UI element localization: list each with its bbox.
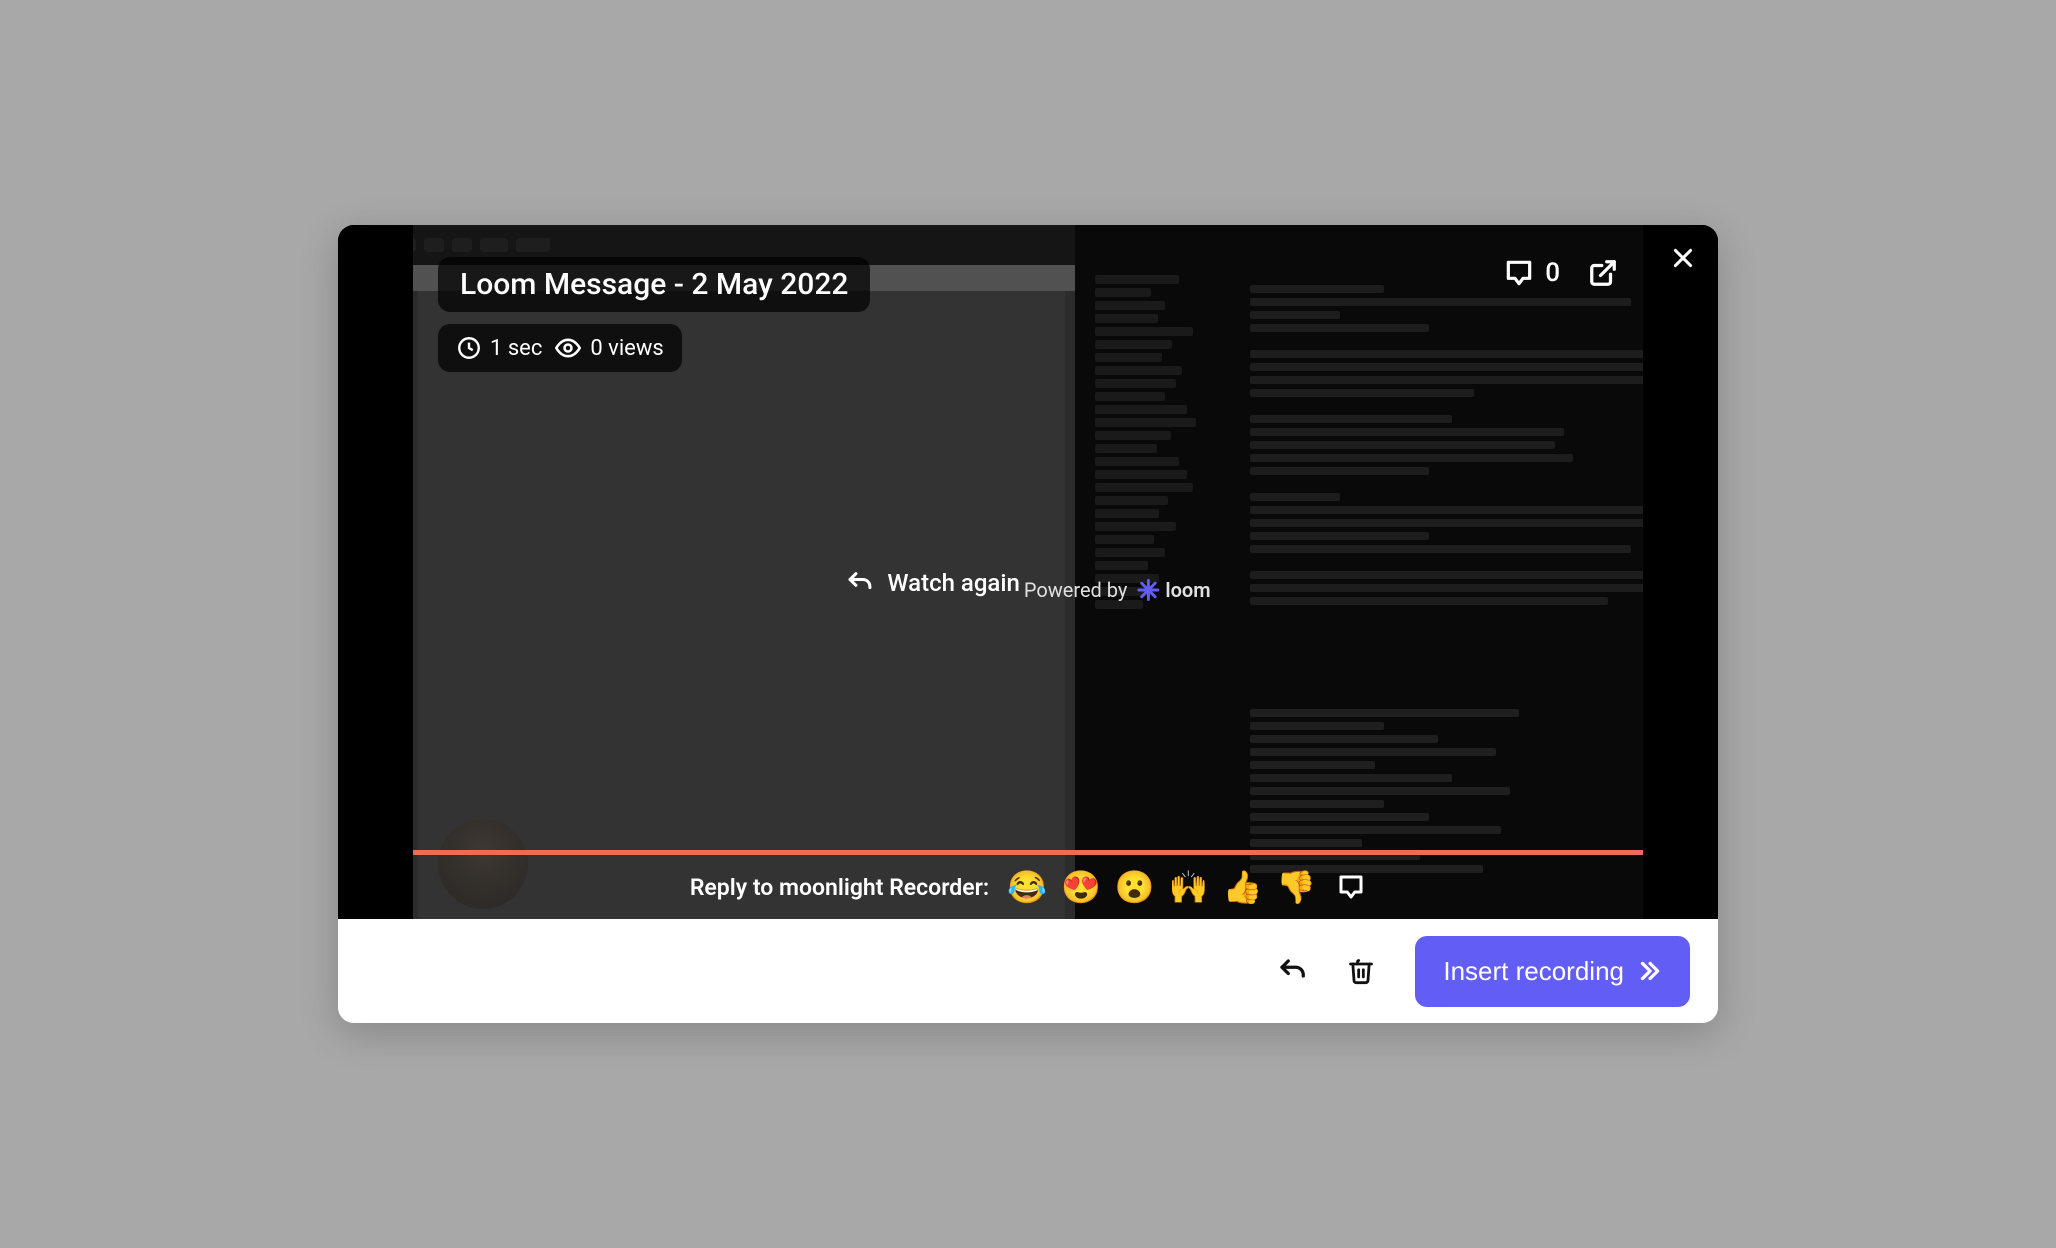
video-meta: 1 sec 0 views: [438, 324, 682, 372]
powered-by[interactable]: Powered by loom: [1024, 578, 1211, 602]
video-views: 0 views: [590, 336, 663, 361]
open-external-button[interactable]: [1588, 258, 1618, 288]
replay-icon: [845, 569, 873, 597]
comments-button[interactable]: 0: [1503, 257, 1560, 289]
recording-modal: Loom Message - 2 May 2022 1 sec 0 views: [338, 225, 1718, 1023]
external-link-icon: [1588, 258, 1618, 288]
react-thumbs-down[interactable]: 👎: [1276, 871, 1316, 903]
react-raised-hands[interactable]: 🙌: [1169, 871, 1209, 903]
react-joy[interactable]: 😂: [1007, 871, 1047, 903]
comment-icon: [1503, 257, 1535, 289]
trash-icon: [1347, 957, 1375, 985]
modal-footer: Insert recording: [338, 919, 1718, 1023]
video-header: Loom Message - 2 May 2022 1 sec 0 views: [438, 257, 1618, 372]
double-chevron-right-icon: [1636, 958, 1662, 984]
delete-button[interactable]: [1347, 957, 1375, 985]
react-heart-eyes[interactable]: 😍: [1061, 871, 1101, 903]
loom-logo-icon: [1137, 579, 1159, 601]
react-thumbs-up[interactable]: 👍: [1223, 871, 1263, 903]
watch-again-label: Watch again: [887, 569, 1019, 597]
reaction-prompt: Reply to moonlight Recorder:: [690, 874, 989, 901]
video-title: Loom Message - 2 May 2022: [438, 257, 870, 312]
clock-icon: [456, 335, 482, 361]
video-player-area: Loom Message - 2 May 2022 1 sec 0 views: [338, 225, 1718, 919]
emoji-reactions: 😂 😍 😮 🙌 👍 👎: [1007, 871, 1366, 903]
video-center-overlay: Watch again Powered by loom: [845, 542, 1210, 602]
brand-name: loom: [1165, 578, 1210, 602]
react-surprised[interactable]: 😮: [1115, 871, 1155, 903]
comments-count: 0: [1545, 258, 1560, 288]
header-actions: 0: [1503, 257, 1618, 289]
eye-icon: [554, 334, 582, 362]
video-duration: 1 sec: [490, 336, 542, 361]
title-block: Loom Message - 2 May 2022 1 sec 0 views: [438, 257, 870, 372]
video-right-letterbox: [1643, 225, 1718, 919]
undo-button[interactable]: [1277, 956, 1307, 986]
watch-again-button[interactable]: Watch again: [845, 569, 1019, 597]
powered-by-prefix: Powered by: [1024, 578, 1128, 602]
comment-outline-icon: [1336, 872, 1366, 902]
undo-icon: [1277, 956, 1307, 986]
reaction-bar: Reply to moonlight Recorder: 😂 😍 😮 🙌 👍 👎: [338, 855, 1718, 919]
close-button[interactable]: [1670, 245, 1696, 271]
add-comment-button[interactable]: [1336, 872, 1366, 902]
insert-recording-label: Insert recording: [1443, 956, 1624, 987]
insert-recording-button[interactable]: Insert recording: [1415, 936, 1690, 1007]
close-icon: [1670, 245, 1696, 271]
video-left-letterbox: [338, 225, 413, 919]
